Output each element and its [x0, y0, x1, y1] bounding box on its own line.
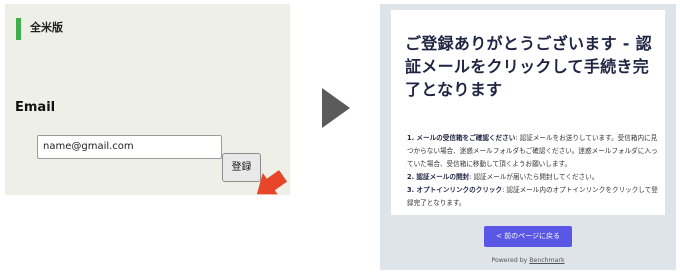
signup-form-panel: 全米版 Email name@gmail.com 登録	[5, 4, 290, 195]
step-title: 3. オプトインリンクのクリック	[407, 186, 503, 194]
step-title: 1. メールの受信箱をご確認ください	[407, 134, 516, 142]
form-title: 全米版	[30, 21, 63, 34]
red-arrow-pointer-icon	[256, 170, 288, 195]
step-text: : 認証メールが届いたら開封してください。	[469, 173, 599, 181]
benchmark-link[interactable]: Benchmark	[529, 257, 564, 264]
back-to-previous-page-button[interactable]: < 前のページに戻る	[484, 226, 572, 247]
title-accent-bar	[16, 18, 21, 40]
email-input[interactable]: name@gmail.com	[37, 135, 222, 159]
confirmation-page: ご登録ありがとうございます - 認証メールをクリックして手続き完了となります 1…	[380, 4, 676, 270]
instruction-step: 1. メールの受信箱をご確認ください: 認証メールをお送りしています。受信箱内に…	[407, 132, 659, 171]
instruction-list: 1. メールの受信箱をご確認ください: 認証メールをお送りしています。受信箱内に…	[407, 132, 659, 210]
powered-by-footer: Powered by Benchmark	[380, 257, 676, 264]
instruction-step: 2. 認証メールの開封: 認証メールが届いたら開封してください。	[407, 171, 659, 184]
instruction-step: 3. オプトインリンクのクリック: 認証メール内のオプトインリンクをクリックして…	[407, 184, 659, 210]
email-label: Email	[15, 100, 56, 115]
step-title: 2. 認証メールの開封	[407, 173, 470, 181]
powered-by-text: Powered by	[491, 257, 530, 264]
confirmation-card: ご登録ありがとうございます - 認証メールをクリックして手続き完了となります 1…	[391, 10, 665, 215]
confirmation-heading: ご登録ありがとうございます - 認証メールをクリックして手続き完了となります	[405, 34, 652, 99]
play-arrow-icon	[322, 88, 350, 128]
